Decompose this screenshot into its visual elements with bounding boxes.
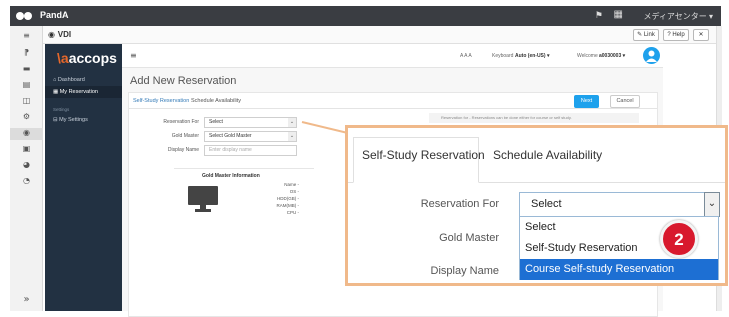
brand-mark: \a bbox=[57, 50, 69, 66]
zoom-callout: Self-Study Reservation Schedule Availabi… bbox=[345, 125, 728, 286]
font-size-controls[interactable]: A A A bbox=[460, 53, 472, 59]
info-name: Name - bbox=[284, 182, 299, 187]
gold-master-info-title: Gold Master Information bbox=[202, 173, 260, 179]
tab-schedule-availability[interactable]: Schedule Availability bbox=[191, 98, 241, 104]
help-icon[interactable]: ◔ bbox=[10, 176, 43, 188]
avatar[interactable] bbox=[643, 47, 660, 64]
brand-text: accops bbox=[68, 50, 117, 66]
monitor-icon bbox=[188, 186, 218, 212]
user-dropdown[interactable]: a0030003 ▾ bbox=[599, 53, 625, 59]
gold-master-select[interactable]: Select Gold Master bbox=[204, 131, 297, 142]
gold-master-label: Gold Master bbox=[171, 133, 199, 139]
pie-icon[interactable]: ◕ bbox=[10, 160, 43, 172]
zoom-display-name-label: Display Name bbox=[430, 265, 499, 277]
app-sidebar: \aaccops ⌂ Dashboard ▦ My Reservation Se… bbox=[45, 44, 122, 311]
left-rail: ≡ ⁋ ▬ ▤ ◫ ⚙ ◉ ▣ ◕ ◔ » bbox=[10, 26, 43, 311]
info-message: Reservation for - Reservations can be do… bbox=[429, 113, 639, 123]
zoom-tab-self-study-reservation[interactable]: Self-Study Reservation bbox=[362, 148, 485, 162]
display-name-input[interactable]: Enter display name bbox=[204, 145, 297, 156]
panda-logo-icon bbox=[16, 12, 32, 20]
keyboard-label: Keyboard bbox=[492, 53, 514, 59]
tab-self-study-reservation[interactable]: Self-Study Reservation bbox=[133, 98, 189, 104]
vdi-icon: ◉ bbox=[48, 30, 58, 39]
folder-icon[interactable]: ▬ bbox=[10, 64, 43, 76]
info-cpu: CPU - bbox=[286, 210, 299, 215]
vdi-title: VDI bbox=[57, 30, 72, 39]
dropdown-option-course-self-study[interactable]: Course Self-study Reservation bbox=[520, 259, 718, 280]
reservation-for-label: Reservation For bbox=[163, 119, 199, 125]
chevron-down-icon[interactable]: ⌄ bbox=[288, 132, 296, 141]
accops-logo: \aaccops bbox=[57, 50, 117, 66]
step-badge: 2 bbox=[660, 220, 698, 258]
apps-grid-icon[interactable]: ▦ bbox=[614, 9, 623, 20]
pin-icon[interactable]: ⁋ bbox=[10, 48, 43, 60]
keyboard-select[interactable]: Auto (en-US) ▾ bbox=[515, 53, 549, 59]
gear-icon[interactable]: ⚙ bbox=[10, 112, 43, 124]
app-name: PandA bbox=[40, 10, 69, 20]
chevron-down-icon[interactable]: ⌄ bbox=[288, 118, 296, 127]
display-name-label: Display Name bbox=[167, 147, 199, 153]
notification-icon[interactable]: ⚑ bbox=[595, 10, 603, 21]
link-button[interactable]: ✎ Link bbox=[633, 29, 659, 41]
calendar-icon[interactable]: ◫ bbox=[10, 96, 43, 108]
close-button[interactable]: ✕ bbox=[693, 29, 709, 41]
zoom-reservation-for-select[interactable]: Select bbox=[519, 192, 719, 217]
page-heading: Add New Reservation bbox=[130, 75, 237, 87]
zoom-gold-master-label: Gold Master bbox=[439, 232, 499, 244]
top-bar: PandA ⚑ ▦ メディアセンター ▾ bbox=[10, 6, 721, 26]
info-os: OS - bbox=[289, 189, 299, 194]
divider bbox=[174, 168, 314, 169]
chevron-down-icon[interactable]: ⌄ bbox=[704, 192, 720, 217]
vdi-icon[interactable]: ◉ bbox=[10, 128, 43, 140]
gold-master-info-rows: Name - OS - HDD(GB) - RAM(MB) - CPU - bbox=[239, 181, 300, 216]
sidebar-item-my-reservation[interactable]: ▦ My Reservation bbox=[45, 86, 122, 98]
reservation-for-select[interactable]: Select bbox=[204, 117, 297, 128]
vdi-bar: ◉ VDI ✎ Link ? Help ✕ bbox=[43, 26, 721, 44]
sidebar-item-my-settings[interactable]: ⊟ My Settings bbox=[45, 114, 122, 126]
cancel-button[interactable]: Cancel bbox=[610, 95, 640, 108]
help-button[interactable]: ? Help bbox=[663, 29, 689, 41]
info-hdd: HDD(GB) - bbox=[277, 196, 299, 201]
hamburger-icon[interactable]: ≡ bbox=[130, 51, 137, 60]
zoom-tab-schedule-availability[interactable]: Schedule Availability bbox=[493, 148, 602, 162]
expand-icon[interactable]: » bbox=[10, 294, 43, 306]
info-ram: RAM(MB) - bbox=[276, 203, 300, 208]
page-title: ◉ VDI bbox=[48, 30, 71, 39]
content-header: ≡ A A A Keyboard Auto (en-US) ▾ Welcome … bbox=[122, 44, 663, 68]
check-icon[interactable]: ▣ bbox=[10, 144, 43, 156]
next-button[interactable]: Next bbox=[574, 95, 599, 108]
menu-icon[interactable]: ≡ bbox=[10, 31, 43, 43]
sidebar-item-dashboard[interactable]: ⌂ Dashboard bbox=[45, 74, 122, 86]
zoom-reservation-for-label: Reservation For bbox=[420, 198, 499, 210]
tab-divider bbox=[129, 108, 657, 109]
welcome-label: Welcome bbox=[577, 53, 598, 59]
user-menu[interactable]: メディアセンター ▾ bbox=[643, 11, 713, 22]
document-icon[interactable]: ▤ bbox=[10, 80, 43, 92]
